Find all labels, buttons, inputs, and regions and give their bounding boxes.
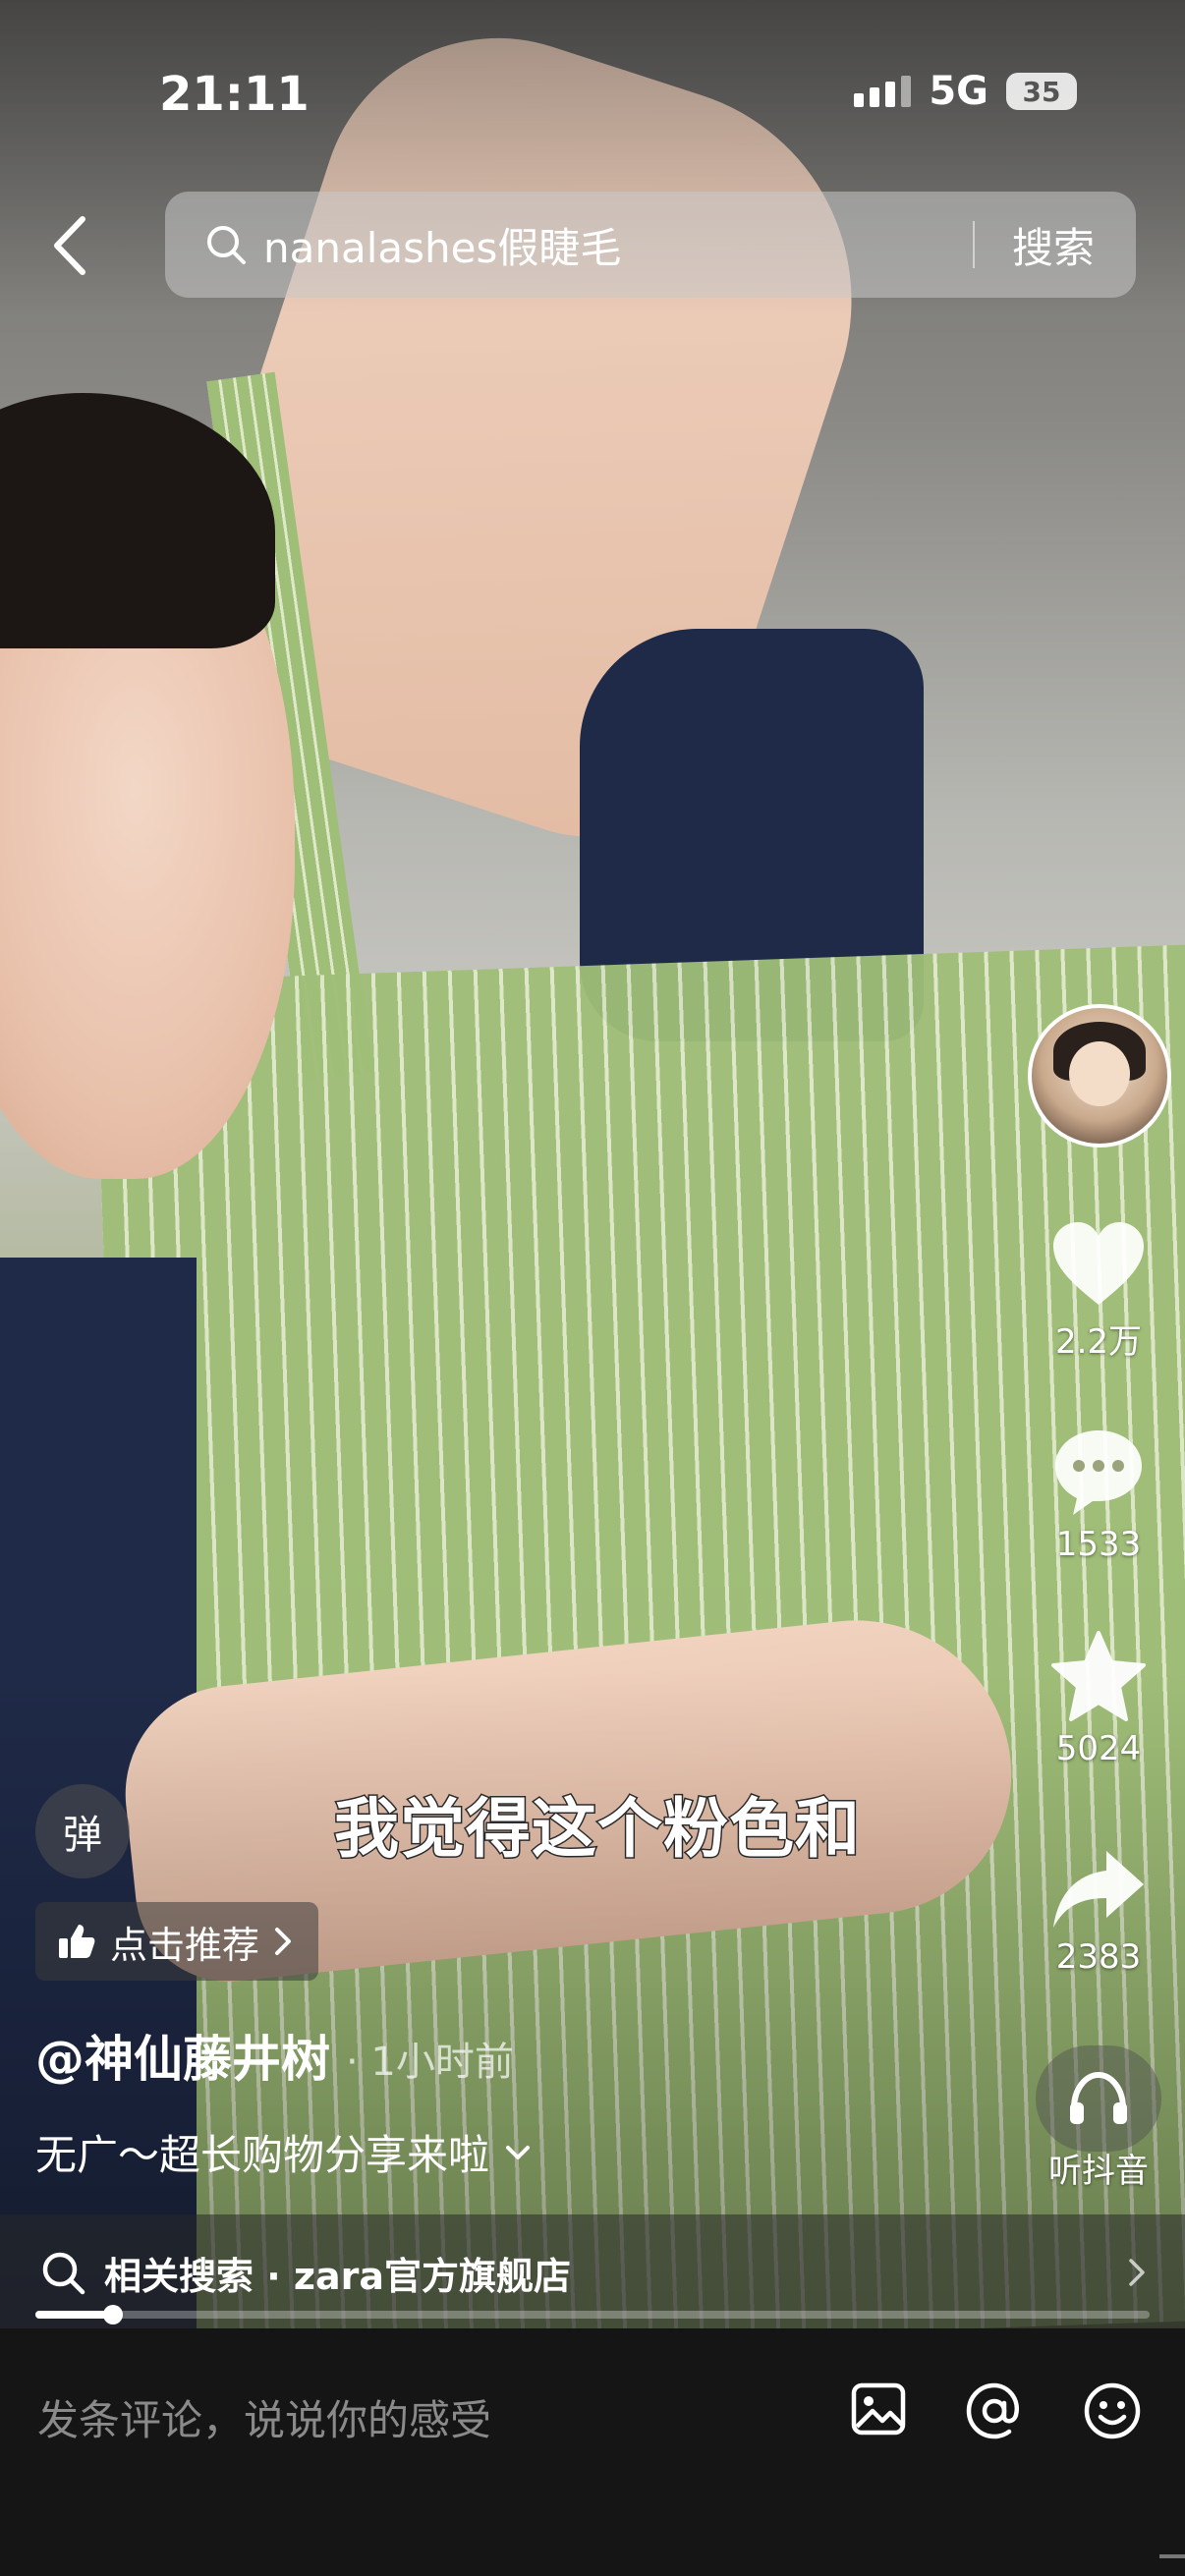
listen-douyin-button[interactable]: 听抖音 [1020, 2045, 1177, 2192]
share-count: 2383 [1055, 1937, 1142, 1977]
comment-button[interactable]: 1533 [1020, 1425, 1177, 1564]
description-text: 无广～超长购物分享来啦 [35, 2131, 490, 2179]
like-button[interactable]: 2.2万 [1020, 1218, 1177, 1363]
recommend-button[interactable]: 点击推荐 [35, 1902, 319, 1981]
search-input[interactable]: nanalashes假睫毛 [263, 215, 973, 275]
heart-icon [1053, 1222, 1144, 1305]
image-icon[interactable] [849, 2380, 908, 2438]
battery-icon: 35 [1006, 73, 1077, 110]
emoji-icon[interactable] [1081, 2380, 1144, 2442]
share-button[interactable]: 2383 [1020, 1847, 1177, 1977]
like-count: 2.2万 [1054, 1322, 1143, 1362]
back-icon[interactable] [47, 211, 94, 280]
at-icon[interactable] [963, 2380, 1026, 2442]
headphones-icon [1070, 2071, 1127, 2124]
comment-bar: 发条评论，说说你的感受 [0, 2328, 1185, 2576]
avatar-face [1069, 1041, 1130, 1106]
listen-icon-bg [1036, 2045, 1161, 2152]
danmu-label: 弹 [63, 1813, 102, 1858]
video-progress-bar[interactable] [35, 2305, 1150, 2324]
favorite-button[interactable]: 5024 [1020, 1629, 1177, 1768]
author-name[interactable]: @神仙藤井树 [35, 2020, 330, 2091]
favorite-count: 5024 [1055, 1729, 1142, 1768]
danmu-button[interactable]: 弹 [35, 1784, 130, 1878]
comment-input[interactable]: 发条评论，说说你的感受 [37, 2387, 491, 2447]
chevron-right-icon [275, 1928, 292, 1955]
video-subtitle: 我觉得这个粉色和 [333, 1790, 862, 1869]
search-bar[interactable]: nanalashes假睫毛 搜索 [165, 192, 1136, 298]
author-avatar[interactable] [1028, 1004, 1171, 1148]
search-icon [207, 226, 246, 264]
search-icon [42, 2252, 85, 2295]
status-icons: 5G 35 [854, 69, 1077, 114]
battery-level: 35 [1022, 75, 1061, 108]
thumb-up-icon [59, 1925, 95, 1958]
status-time: 21:11 [159, 67, 310, 122]
network-type: 5G [929, 69, 988, 114]
video-description[interactable]: 无广～超长购物分享来啦 [35, 2122, 531, 2182]
chevron-right-icon [1129, 2259, 1145, 2286]
related-search-label: 相关搜索 · zara官方旗舰店 [104, 2254, 572, 2298]
star-icon [1051, 1631, 1146, 1721]
share-icon [1053, 1851, 1144, 1928]
recommend-label: 点击推荐 [110, 1923, 260, 1967]
home-indicator [1159, 2554, 1185, 2558]
comment-count: 1533 [1055, 1525, 1142, 1564]
comment-icon [1055, 1430, 1142, 1515]
listen-label: 听抖音 [1048, 2152, 1149, 2191]
video-progress-fill [35, 2311, 114, 2319]
post-time: · 1小时前 [346, 2040, 514, 2085]
signal-icon [854, 76, 912, 107]
chevron-down-icon [506, 2145, 531, 2159]
search-button[interactable]: 搜索 [975, 215, 1136, 275]
